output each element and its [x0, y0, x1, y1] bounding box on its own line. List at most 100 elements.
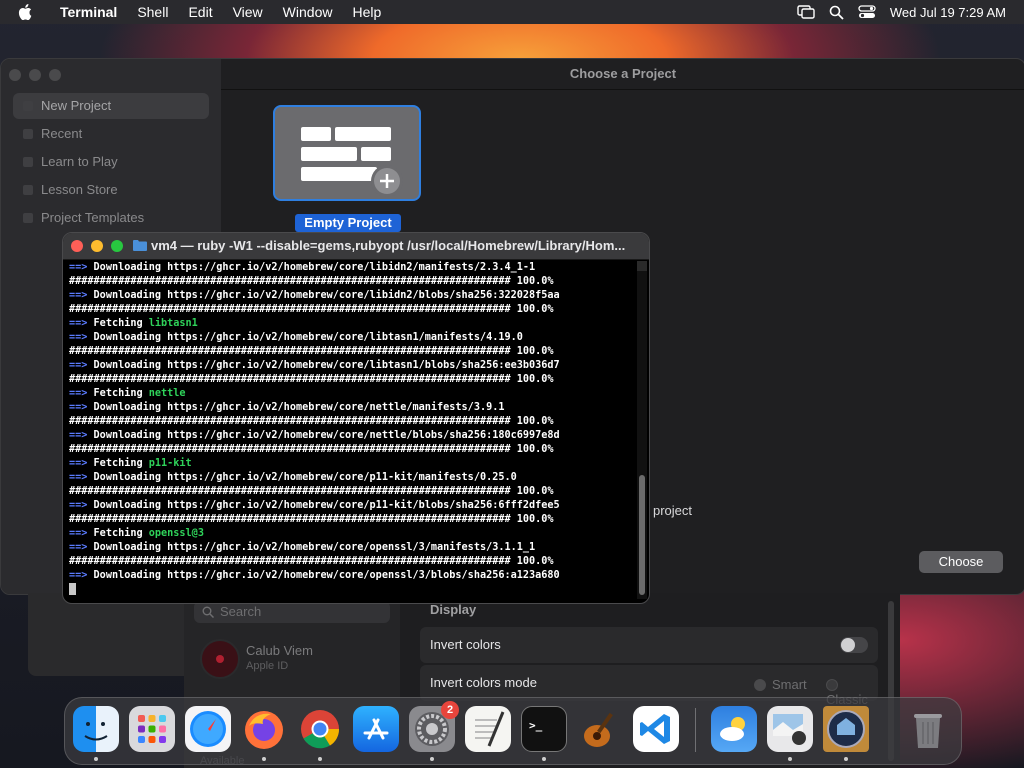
- menu-view[interactable]: View: [223, 0, 273, 24]
- terminal-icon[interactable]: >_: [521, 706, 567, 752]
- sidebar-item-label: Project Templates: [41, 210, 145, 225]
- garageband-icon[interactable]: [577, 706, 623, 752]
- terminal-line: ==> Downloading https://ghcr.io/v2/homeb…: [69, 569, 629, 583]
- scroll-cap: [637, 261, 647, 271]
- safari-icon[interactable]: [185, 706, 231, 752]
- spotlight-search-icon[interactable]: [829, 5, 844, 20]
- terminal-line: ==> Downloading https://ghcr.io/v2/homeb…: [69, 261, 629, 275]
- account-subtitle: Apple ID: [246, 660, 289, 672]
- zoom-button[interactable]: [49, 69, 61, 81]
- menu-edit[interactable]: Edit: [178, 0, 222, 24]
- sidebar-item-recent[interactable]: Recent: [13, 121, 209, 147]
- close-button[interactable]: [9, 69, 21, 81]
- screen-mirroring-icon[interactable]: [797, 5, 815, 19]
- textedit-icon[interactable]: [465, 706, 511, 752]
- terminal-line: ########################################…: [69, 443, 629, 457]
- prompt-arrow: ==>: [69, 332, 94, 343]
- control-center-icon[interactable]: [858, 5, 876, 19]
- vscode-icon[interactable]: [633, 706, 679, 752]
- terminal-line: ########################################…: [69, 513, 629, 527]
- menu-help[interactable]: Help: [342, 0, 391, 24]
- launchpad-icon[interactable]: [129, 706, 175, 752]
- radio-dot: [826, 679, 838, 691]
- terminal-line: ==> Downloading https://ghcr.io/v2/homeb…: [69, 541, 629, 555]
- prompt-arrow: ==>: [69, 458, 94, 469]
- menu-app-terminal[interactable]: Terminal: [50, 0, 127, 24]
- terminal-line: ==> Fetching nettle: [69, 387, 629, 401]
- weather-icon[interactable]: [711, 706, 757, 752]
- preview-icon[interactable]: [767, 706, 813, 752]
- progress-bar-text: ########################################…: [69, 514, 554, 525]
- choose-button[interactable]: Choose: [919, 551, 1003, 573]
- download-text: Downloading https://ghcr.io/v2/homebrew/…: [93, 430, 560, 441]
- sidebar-item-project-templates[interactable]: Project Templates: [13, 205, 209, 231]
- prompt-arrow: ==>: [69, 528, 94, 539]
- terminal-scrollbar[interactable]: [637, 261, 647, 599]
- prompt-arrow: ==>: [69, 570, 94, 581]
- avatar[interactable]: [200, 639, 240, 679]
- terminal-close-button[interactable]: [71, 240, 83, 252]
- trash-icon[interactable]: [905, 706, 951, 752]
- terminal-zoom-button[interactable]: [111, 240, 123, 252]
- terminal-line: ########################################…: [69, 555, 629, 569]
- terminal-line: ==> Downloading https://ghcr.io/v2/homeb…: [69, 359, 629, 373]
- terminal-title: vm4 — ruby -W1 --disable=gems,rubyopt /u…: [151, 238, 626, 253]
- menu-clock[interactable]: Wed Jul 19 7:29 AM: [890, 5, 1006, 20]
- text-cursor: [69, 583, 76, 595]
- settings-left-pane: [28, 593, 184, 676]
- empty-project-label[interactable]: Empty Project: [295, 214, 401, 232]
- terminal-line: ==> Downloading https://ghcr.io/v2/homeb…: [69, 289, 629, 303]
- download-text: Downloading https://ghcr.io/v2/homebrew/…: [93, 500, 560, 511]
- download-text: Downloading https://ghcr.io/v2/homebrew/…: [93, 570, 560, 581]
- firefox-icon[interactable]: [241, 706, 287, 752]
- chrome-running-indicator: [318, 757, 322, 761]
- apple-menu-icon[interactable]: [18, 4, 36, 20]
- prompt-arrow: ==>: [69, 318, 94, 329]
- finder-icon[interactable]: [73, 706, 119, 752]
- scroll-thumb[interactable]: [639, 475, 645, 595]
- learn-icon: [23, 157, 33, 167]
- preview-running-indicator: [788, 757, 792, 761]
- search-placeholder: Search: [220, 604, 262, 619]
- download-text: Downloading https://ghcr.io/v2/homebrew/…: [93, 290, 560, 301]
- window-title: Choose a Project: [221, 59, 1024, 90]
- settings-running-indicator: [430, 757, 434, 761]
- recent-icon: [23, 129, 33, 139]
- menu-window[interactable]: Window: [273, 0, 343, 24]
- app-store-icon[interactable]: [353, 706, 399, 752]
- network-utility-icon[interactable]: [823, 706, 869, 752]
- minimize-button[interactable]: [29, 69, 41, 81]
- sidebar-item-learn-to-play[interactable]: Learn to Play: [13, 149, 209, 175]
- download-text: Downloading https://ghcr.io/v2/homebrew/…: [93, 360, 560, 371]
- prompt-arrow: ==>: [69, 360, 94, 371]
- sidebar-item-label: New Project: [41, 98, 112, 113]
- invert-colors-label: Invert colors: [430, 637, 501, 652]
- chrome-icon[interactable]: [297, 706, 343, 752]
- terminal-line: ==> Downloading https://ghcr.io/v2/homeb…: [69, 429, 629, 443]
- prompt-arrow: ==>: [69, 388, 94, 399]
- invert-colors-mode-row: Invert colors mode Smart Classic: [420, 665, 878, 707]
- progress-bar-text: ########################################…: [69, 276, 554, 287]
- package-name: openssl@3: [148, 528, 204, 539]
- terminal-output[interactable]: ==> Downloading https://ghcr.io/v2/homeb…: [69, 261, 629, 597]
- fetch-text: Fetching: [93, 458, 149, 469]
- new-project-icon: [23, 101, 33, 111]
- sidebar-item-lesson-store[interactable]: Lesson Store: [13, 177, 209, 203]
- sidebar-item-new-project[interactable]: New Project: [13, 93, 209, 119]
- invert-colors-toggle[interactable]: [840, 637, 868, 653]
- terminal-titlebar[interactable]: vm4 — ruby -W1 --disable=gems,rubyopt /u…: [63, 233, 649, 260]
- sidebar-item-label: Learn to Play: [41, 154, 118, 169]
- settings-search-input[interactable]: Search: [194, 601, 390, 623]
- progress-bar-text: ########################################…: [69, 486, 554, 497]
- progress-bar-text: ########################################…: [69, 374, 554, 385]
- terminal-minimize-button[interactable]: [91, 240, 103, 252]
- radio-dot: [754, 679, 766, 691]
- terminal-line: ########################################…: [69, 415, 629, 429]
- account-name[interactable]: Calub Viem: [246, 643, 313, 658]
- terminal-line: ==> Downloading https://ghcr.io/v2/homeb…: [69, 499, 629, 513]
- terminal-line: ########################################…: [69, 275, 629, 289]
- radio-smart[interactable]: Smart: [754, 677, 807, 692]
- prompt-arrow: ==>: [69, 402, 94, 413]
- empty-project-tile[interactable]: [273, 105, 421, 201]
- menu-shell[interactable]: Shell: [127, 0, 178, 24]
